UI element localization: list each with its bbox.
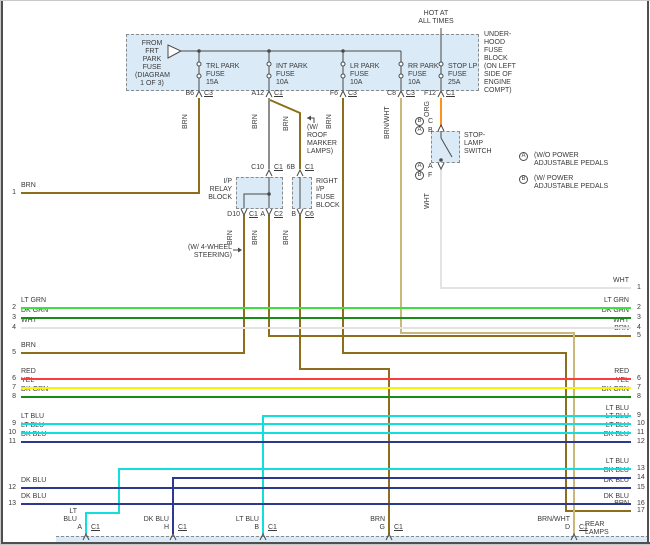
note-arrowhead bbox=[307, 115, 311, 121]
fuse-terminal bbox=[266, 73, 272, 79]
connector-arrow-down bbox=[240, 208, 248, 217]
connector-arrow-up bbox=[296, 168, 304, 177]
connector-arrow-up bbox=[169, 532, 177, 541]
junction-dot bbox=[267, 192, 271, 196]
connector-arrow-up bbox=[259, 532, 267, 541]
fuse-terminal bbox=[398, 73, 404, 79]
wire-wire-rear-g-brn bbox=[299, 215, 390, 534]
connector-arrow-down bbox=[296, 208, 304, 217]
junction-dot bbox=[439, 158, 443, 162]
connector-arrow-up bbox=[265, 89, 273, 98]
fuse-terminal bbox=[438, 73, 444, 79]
connector-arrow-up bbox=[437, 123, 445, 132]
wire-wire-right-1-wht bbox=[440, 169, 631, 289]
connector-arrow-down bbox=[437, 162, 445, 171]
fuse-terminal bbox=[266, 61, 272, 67]
connector-arrow-up bbox=[195, 89, 203, 98]
diagram-source-triangle bbox=[167, 44, 183, 59]
wire-switch-blade bbox=[440, 137, 453, 158]
connector-arrow-up bbox=[82, 532, 90, 541]
fuse-terminal bbox=[340, 61, 346, 67]
fuse-terminal bbox=[196, 73, 202, 79]
wire-wire-roof-marker-branch bbox=[269, 99, 301, 169]
wire-wire-left-1-brn bbox=[21, 98, 200, 194]
connector-arrow-up bbox=[397, 89, 405, 98]
wire-wire-right-17-brn bbox=[342, 98, 631, 512]
junction-dot bbox=[197, 49, 201, 53]
wire-wire-left-5-brn bbox=[21, 215, 245, 354]
note-arrowhead bbox=[238, 247, 242, 253]
fuse-terminal bbox=[438, 61, 444, 67]
junction-dot bbox=[267, 49, 271, 53]
wiring-diagram-canvas: HOT AT ALL TIMES UNDER- HOOD FUSE BLOCK … bbox=[0, 0, 650, 545]
connector-arrow-up bbox=[385, 532, 393, 541]
fuse-terminal bbox=[340, 73, 346, 79]
connector-arrow-up bbox=[339, 89, 347, 98]
junction-dot bbox=[341, 49, 345, 53]
wire-wire-right-14-dkblu bbox=[172, 477, 631, 534]
fuse-terminal bbox=[398, 61, 404, 67]
wire-relay-internal-b bbox=[243, 193, 269, 208]
wire-layer bbox=[21, 28, 631, 541]
fuse-terminal bbox=[196, 61, 202, 67]
connector-arrow-up bbox=[265, 168, 273, 177]
connector-arrow-up bbox=[437, 89, 445, 98]
connector-arrow-down bbox=[265, 208, 273, 217]
connector-arrow-up bbox=[570, 532, 578, 541]
